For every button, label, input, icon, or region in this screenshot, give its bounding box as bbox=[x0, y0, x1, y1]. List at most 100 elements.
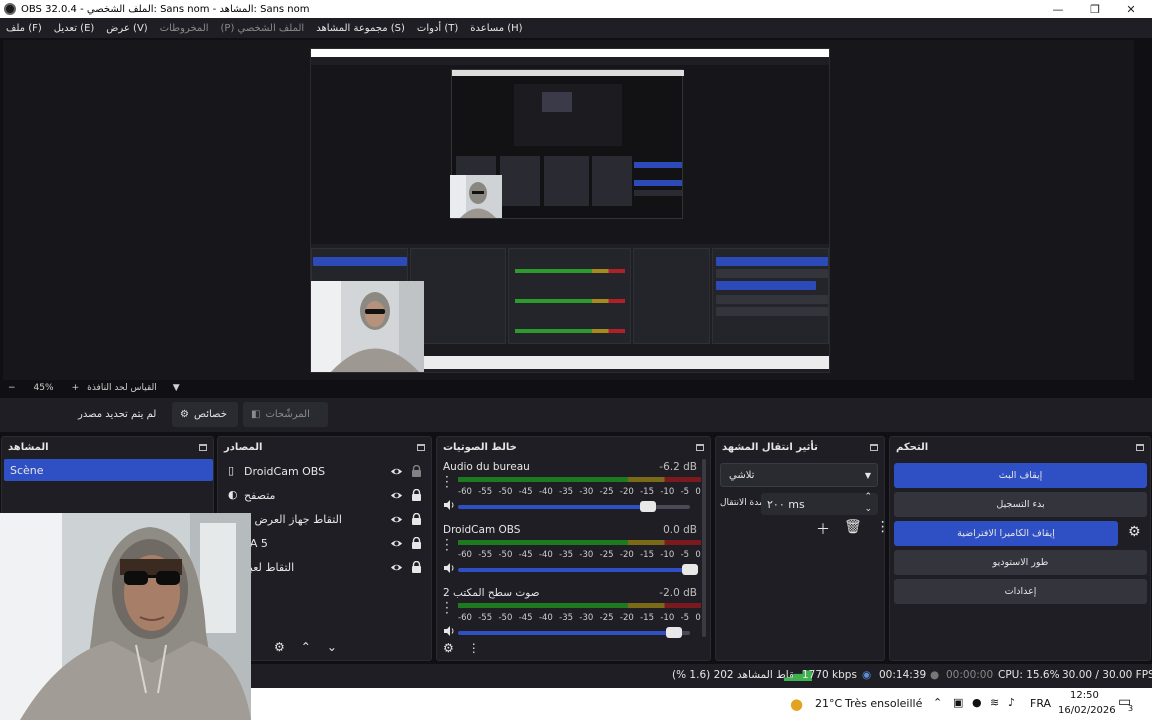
wifi-icon[interactable]: ≋ bbox=[990, 696, 999, 709]
eye-icon[interactable] bbox=[390, 489, 403, 502]
language-indicator[interactable]: FRA bbox=[1030, 697, 1051, 710]
scale-tick: -30 bbox=[579, 550, 594, 560]
settings-button[interactable]: إعدادات bbox=[894, 579, 1147, 604]
source-name: متصفح bbox=[244, 488, 276, 502]
undock-icon[interactable] bbox=[870, 443, 878, 451]
menu-item[interactable]: مجموعة المشاهد (S) bbox=[310, 23, 411, 34]
clock-date[interactable]: 16/02/2026 bbox=[1058, 705, 1116, 716]
menu-item[interactable]: (P) الملف الشخصي bbox=[215, 23, 311, 34]
more-options-icon[interactable]: ⋮ bbox=[876, 519, 890, 539]
stream-time: 00:14:39 bbox=[879, 669, 927, 681]
gear-icon[interactable]: ⚙ bbox=[443, 641, 454, 655]
microphone-icon[interactable]: ● bbox=[972, 696, 982, 709]
scale-tick: -10 bbox=[660, 487, 675, 497]
nested-webcam-overlay bbox=[311, 281, 424, 372]
undock-icon[interactable] bbox=[696, 443, 704, 451]
clock-time[interactable]: 12:50 bbox=[1070, 690, 1099, 701]
scene-item[interactable]: Scène bbox=[4, 459, 213, 481]
lock-icon[interactable] bbox=[411, 464, 422, 477]
trash-icon[interactable]: 🗑 bbox=[844, 519, 862, 539]
lock-icon[interactable] bbox=[411, 560, 422, 573]
menu-bar: ملف (F) تعديل (E) عرض (V) المخروطات (P) المل… bbox=[0, 18, 1152, 38]
close-icon[interactable]: ✕ bbox=[1114, 0, 1148, 18]
chevron-down-icon[interactable]: ▼ bbox=[173, 383, 180, 393]
undock-icon[interactable] bbox=[199, 443, 207, 451]
meter-scale: -60 -55 -50 -45 -40 -35 -30 -25 -20 -15 -10 -5 0 bbox=[458, 487, 701, 497]
volume-slider-handle[interactable] bbox=[665, 627, 682, 638]
stop-virtual-camera-button[interactable]: إيقاف الكاميرا الافتراضية bbox=[894, 521, 1118, 546]
zoom-out-button[interactable]: − bbox=[8, 383, 16, 393]
speaker-icon[interactable] bbox=[443, 562, 455, 574]
source-item[interactable]: ▯ DroidCam OBS bbox=[218, 459, 430, 483]
sources-title: المصادر bbox=[224, 441, 263, 453]
mixer-scrollbar[interactable] bbox=[702, 459, 706, 637]
duration-input[interactable]: ٢٠٠ ms ⌃ ⌄ bbox=[761, 491, 878, 515]
eye-icon[interactable] bbox=[390, 537, 403, 550]
channel-name: Audio du bureau bbox=[443, 461, 530, 473]
spinner-icon[interactable]: ⌃ ⌄ bbox=[864, 491, 872, 515]
menu-item[interactable]: ملف (F) bbox=[0, 23, 48, 34]
chevron-up-icon[interactable]: ⌃ bbox=[933, 696, 942, 709]
undock-icon[interactable] bbox=[1136, 443, 1144, 451]
scale-tick: -40 bbox=[538, 487, 553, 497]
duration-label: مدة الانتقال bbox=[720, 498, 764, 508]
properties-button[interactable]: ⚙ خصائص bbox=[172, 402, 238, 427]
lock-icon[interactable] bbox=[411, 488, 422, 501]
volume-icon[interactable]: ♪ bbox=[1008, 696, 1015, 709]
weather-text[interactable]: Très ensoleillé bbox=[845, 697, 922, 710]
speaker-icon[interactable] bbox=[443, 499, 455, 511]
stop-streaming-button[interactable]: إيقاف البث bbox=[894, 463, 1147, 488]
camera-tray-icon[interactable]: ▣ bbox=[953, 696, 963, 709]
scale-tick: -60 bbox=[458, 487, 472, 497]
scale-tick: 0 bbox=[695, 613, 701, 623]
eye-icon[interactable] bbox=[390, 561, 403, 574]
scale-tick: -60 bbox=[458, 613, 472, 623]
transition-select[interactable]: تلاشي ▼ bbox=[720, 463, 878, 487]
gear-icon[interactable]: ⚙ bbox=[274, 640, 285, 654]
more-options-icon[interactable]: ⋮ bbox=[468, 641, 480, 655]
preview-scrollbar[interactable] bbox=[1134, 40, 1152, 380]
start-recording-button[interactable]: بدء التسجيل bbox=[894, 492, 1147, 517]
speaker-icon[interactable] bbox=[443, 625, 455, 637]
fit-to-window-label[interactable]: القياس لحد النافذة bbox=[87, 383, 157, 393]
zoom-value: 45% bbox=[33, 383, 54, 393]
move-up-icon[interactable]: ⌃ bbox=[301, 640, 311, 654]
move-down-icon[interactable]: ⌄ bbox=[327, 640, 337, 654]
more-options-icon[interactable]: · · · bbox=[445, 534, 449, 556]
weather-temp[interactable]: 21°C bbox=[815, 697, 842, 710]
gear-icon[interactable]: ⚙ bbox=[1128, 524, 1141, 540]
restore-icon[interactable]: ❐ bbox=[1078, 0, 1112, 18]
scale-tick: -35 bbox=[559, 550, 574, 560]
filters-button[interactable]: ◧ المرشّحات bbox=[243, 402, 328, 427]
lock-icon[interactable] bbox=[411, 536, 422, 549]
eye-icon[interactable] bbox=[390, 465, 403, 478]
scale-tick: -55 bbox=[478, 550, 493, 560]
channel-db: -2.0 dB bbox=[659, 587, 697, 599]
eye-icon[interactable] bbox=[390, 513, 403, 526]
minimize-icon[interactable]: — bbox=[1041, 0, 1075, 18]
volume-slider-handle[interactable] bbox=[640, 501, 657, 512]
sun-icon[interactable]: ● bbox=[790, 695, 803, 713]
more-options-icon[interactable]: · · · bbox=[445, 597, 449, 619]
studio-mode-button[interactable]: طور الاستوديو bbox=[894, 550, 1147, 575]
lock-icon[interactable] bbox=[411, 512, 422, 525]
more-options-icon[interactable]: · · · bbox=[445, 471, 449, 493]
menu-item[interactable]: المخروطات bbox=[154, 23, 215, 34]
menu-item[interactable]: مساعدة (H) bbox=[464, 23, 528, 34]
webcam-overlay bbox=[0, 513, 251, 720]
volume-meter bbox=[458, 540, 701, 545]
menu-item[interactable]: تعديل (E) bbox=[48, 23, 101, 34]
scale-tick: -25 bbox=[599, 487, 614, 497]
fps: 30.00 / 30.00 FPS bbox=[1062, 669, 1152, 681]
menu-item[interactable]: أدوات (T) bbox=[411, 23, 464, 34]
volume-slider[interactable] bbox=[458, 631, 674, 635]
zoom-in-button[interactable]: + bbox=[72, 383, 80, 393]
menu-item[interactable]: عرض (V) bbox=[100, 23, 153, 34]
volume-slider-handle[interactable] bbox=[682, 564, 698, 575]
transitions-title: تأثير انتقال المشهد bbox=[722, 441, 818, 453]
add-icon[interactable]: ＋ bbox=[816, 519, 830, 539]
source-item[interactable]: ◐ متصفح bbox=[218, 483, 430, 507]
undock-icon[interactable] bbox=[417, 443, 425, 451]
volume-slider[interactable] bbox=[458, 568, 690, 572]
volume-slider[interactable] bbox=[458, 505, 649, 509]
